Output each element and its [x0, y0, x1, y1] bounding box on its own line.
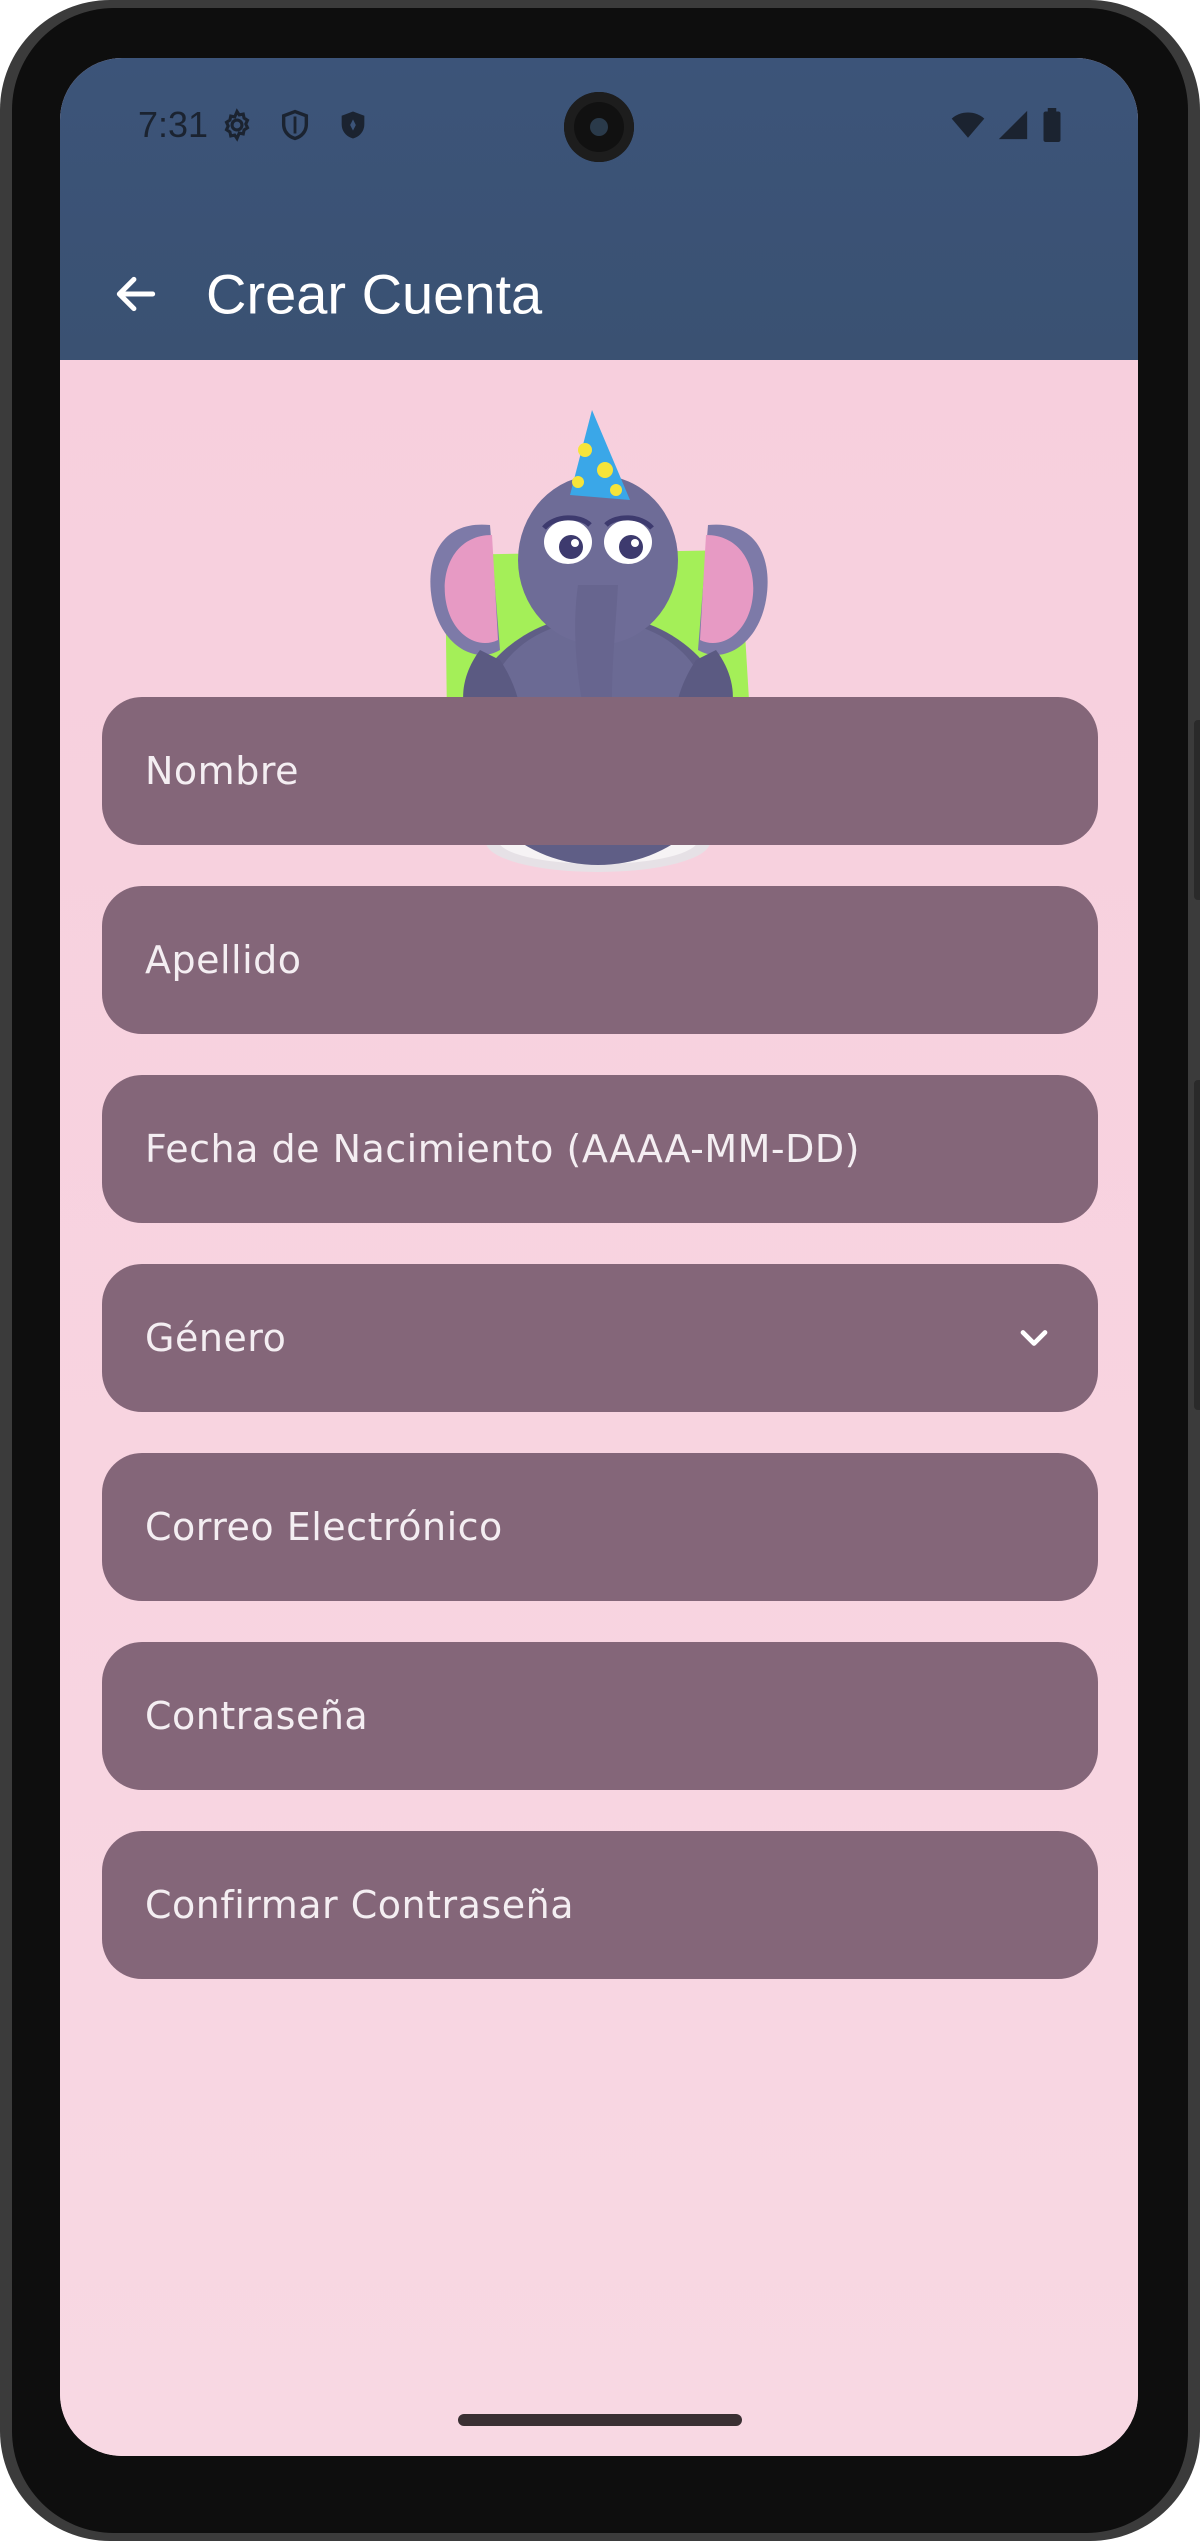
arrow-back-icon [116, 276, 156, 312]
shield-filled-icon [341, 111, 365, 139]
battery-icon [1043, 108, 1061, 142]
home-indicator[interactable] [458, 2414, 742, 2426]
confirm-password-field[interactable]: Confirmar Contraseña [102, 1831, 1098, 1979]
screen: 7:31 Crear Cuenta Nombre Apellido Fecha … [60, 58, 1138, 2456]
shield-outline-icon [281, 109, 309, 141]
status-time: 7:31 [138, 104, 209, 145]
power-button [1194, 1080, 1200, 1410]
password-label: Contraseña [145, 1694, 369, 1738]
volume-button [1194, 720, 1200, 900]
wifi-icon [951, 112, 985, 138]
gender-label: Género [145, 1316, 287, 1360]
app-bar: Crear Cuenta [60, 238, 1138, 338]
birth-date-field[interactable]: Fecha de Nacimiento (AAAA-MM-DD) [102, 1075, 1098, 1223]
birth-date-label: Fecha de Nacimiento (AAAA-MM-DD) [145, 1127, 860, 1171]
top-app-bar: 7:31 Crear Cuenta [60, 58, 1138, 360]
last-name-label: Apellido [145, 938, 302, 982]
back-button[interactable] [100, 258, 172, 330]
chevron-down-icon [1020, 1330, 1048, 1346]
page-title: Crear Cuenta [206, 262, 543, 326]
settings-gear-icon [224, 108, 250, 142]
gender-dropdown[interactable]: Género [102, 1264, 1098, 1412]
status-bar: 7:31 [60, 58, 1138, 198]
confirm-password-label: Confirmar Contraseña [145, 1883, 574, 1927]
last-name-field[interactable]: Apellido [102, 886, 1098, 1034]
first-name-label: Nombre [145, 749, 299, 793]
create-account-form: Nombre Apellido Fecha de Nacimiento (AAA… [60, 360, 1138, 2456]
email-field[interactable]: Correo Electrónico [102, 1453, 1098, 1601]
email-label: Correo Electrónico [145, 1505, 503, 1549]
password-field[interactable]: Contraseña [102, 1642, 1098, 1790]
front-camera [564, 92, 634, 162]
phone-frame: 7:31 Crear Cuenta Nombre Apellido Fecha … [0, 0, 1200, 2541]
first-name-field[interactable]: Nombre [102, 697, 1098, 845]
signal-icon [998, 110, 1028, 140]
